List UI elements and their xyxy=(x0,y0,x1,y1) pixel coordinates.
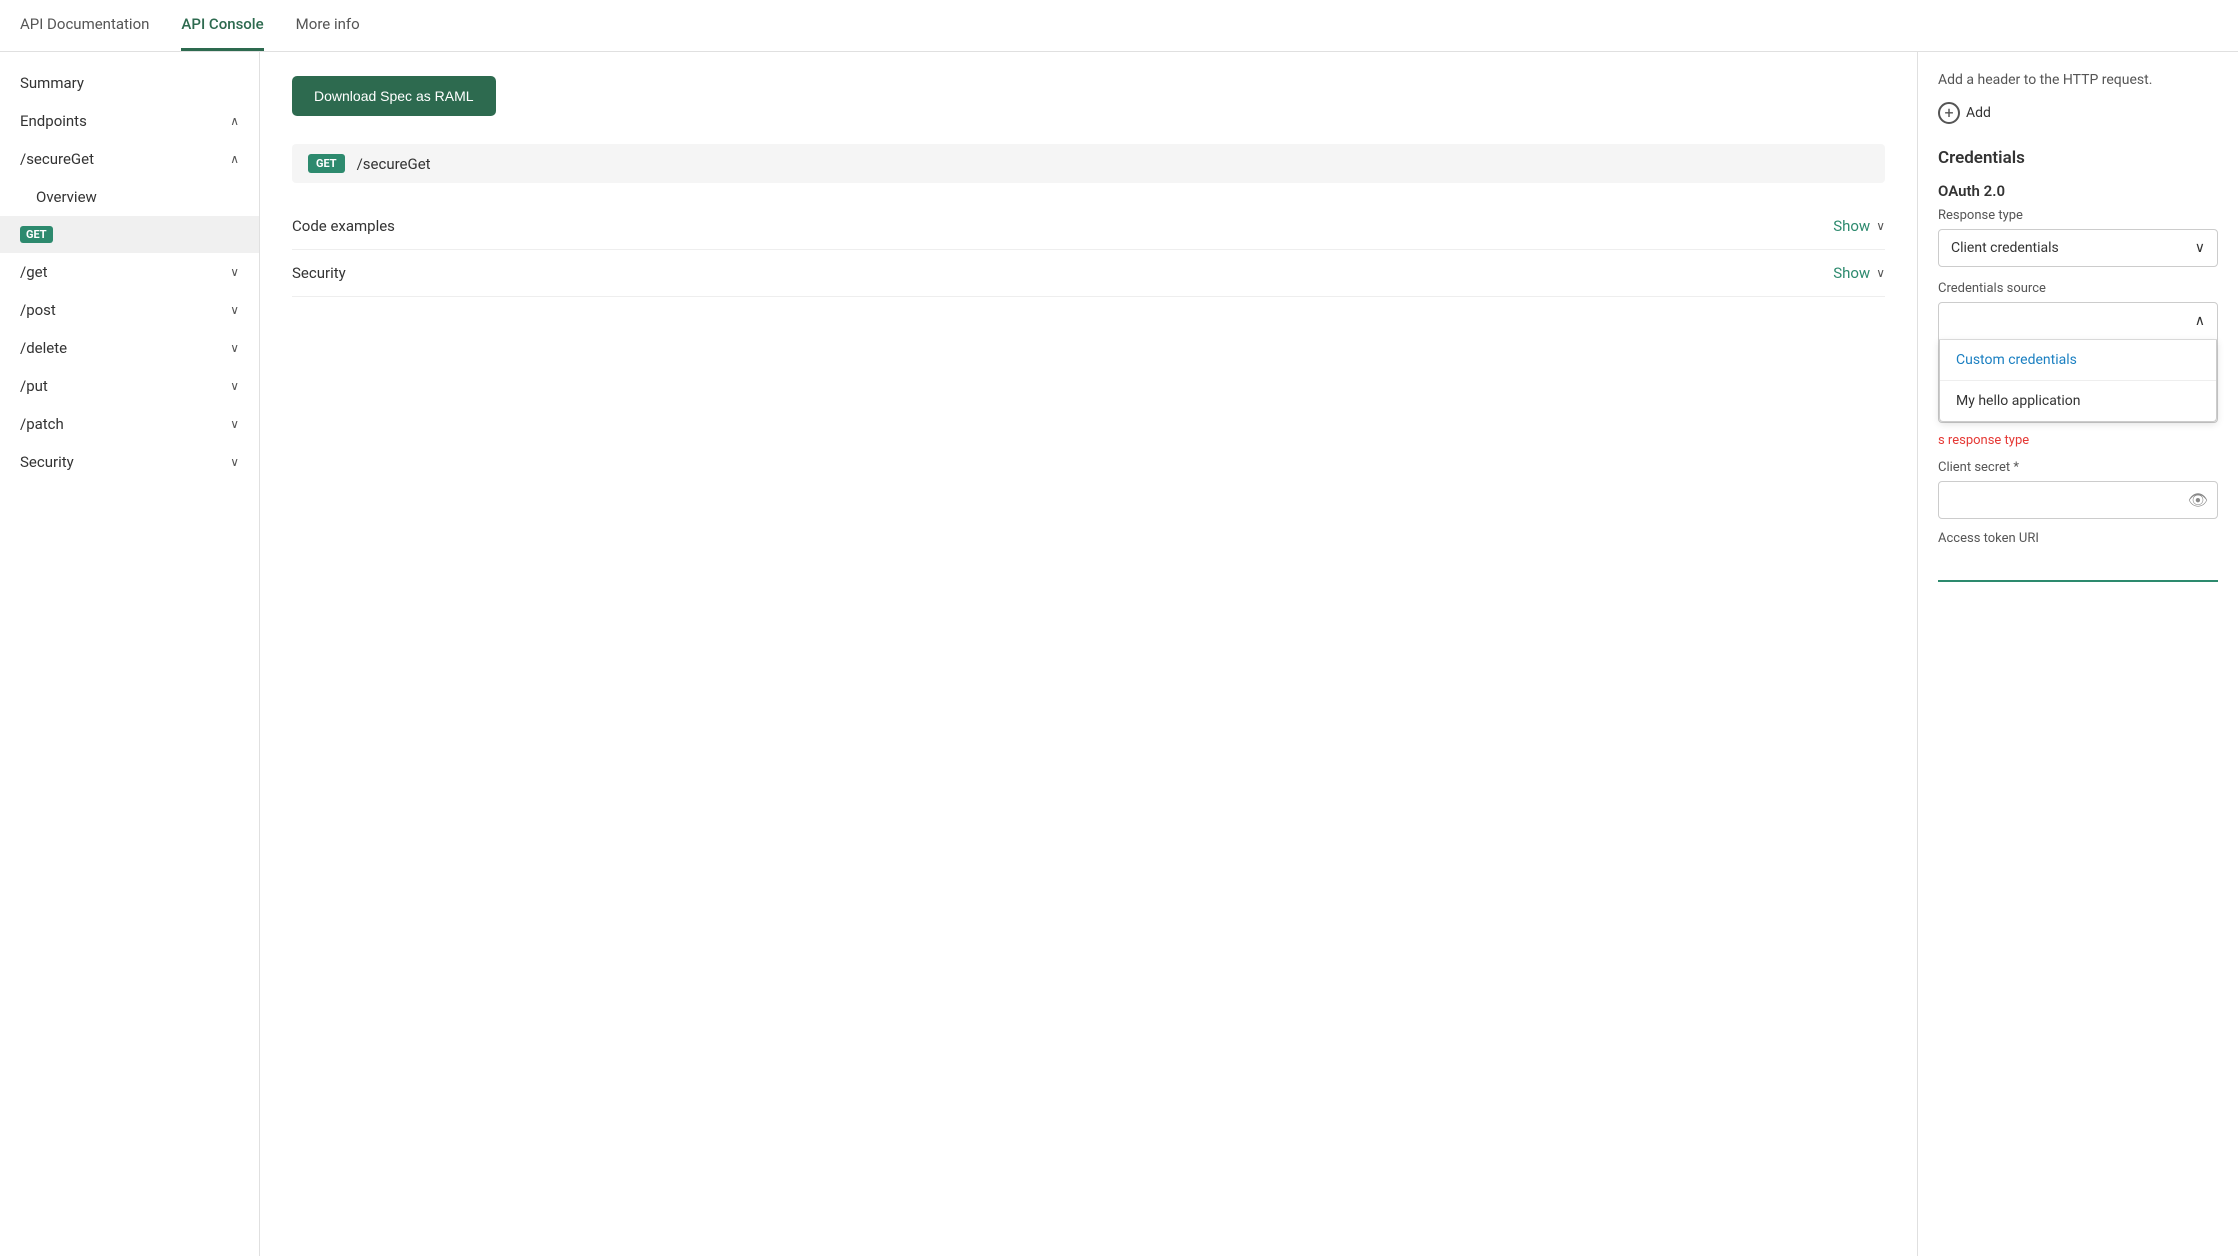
chevron-down-icon: ∨ xyxy=(230,341,239,355)
sidebar-item-patch[interactable]: /patch ∨ xyxy=(0,405,259,443)
option-custom-credentials[interactable]: Custom credentials xyxy=(1940,340,2216,380)
credentials-source-header[interactable]: ∧ xyxy=(1939,303,2217,340)
client-secret-label: Client secret * xyxy=(1938,460,2218,475)
security-show-button[interactable]: Show ∨ xyxy=(1833,264,1885,282)
top-nav: API Documentation API Console More info xyxy=(0,0,2238,52)
chevron-down-icon: ∨ xyxy=(1876,266,1885,280)
credentials-title: Credentials xyxy=(1938,148,2218,168)
tab-api-documentation[interactable]: API Documentation xyxy=(20,0,149,51)
sidebar-item-summary[interactable]: Summary xyxy=(0,64,259,102)
sidebar-item-get[interactable]: /get ∨ xyxy=(0,253,259,291)
chevron-down-icon: ∨ xyxy=(230,379,239,393)
endpoint-bar: GET /secureGet xyxy=(292,144,1885,183)
response-type-value: Client credentials xyxy=(1951,240,2059,256)
oauth-title: OAuth 2.0 xyxy=(1938,182,2218,200)
response-type-dropdown[interactable]: Client credentials ∨ xyxy=(1938,229,2218,267)
access-token-input[interactable] xyxy=(1938,552,2218,582)
add-circle-icon: + xyxy=(1938,102,1960,124)
sidebar-item-secure-get[interactable]: /secureGet ∧ xyxy=(0,140,259,178)
option-my-hello-application[interactable]: My hello application xyxy=(1940,380,2216,421)
sidebar-item-get-active[interactable]: GET xyxy=(0,216,259,253)
chevron-down-icon: ∨ xyxy=(230,303,239,317)
chevron-up-icon: ∧ xyxy=(230,114,239,128)
chevron-down-icon: ∨ xyxy=(230,265,239,279)
credentials-section: Credentials OAuth 2.0 Response type Clie… xyxy=(1938,148,2218,582)
code-examples-section: Code examples Show ∨ xyxy=(292,203,1885,250)
response-type-error: s response type xyxy=(1938,433,2218,448)
sidebar: Summary Endpoints ∧ /secureGet ∧ Overvie… xyxy=(0,52,260,1256)
main-container: Summary Endpoints ∧ /secureGet ∧ Overvie… xyxy=(0,52,2238,1256)
sidebar-item-delete[interactable]: /delete ∨ xyxy=(0,329,259,367)
add-header-text: Add a header to the HTTP request. xyxy=(1938,72,2218,88)
get-badge: GET xyxy=(20,226,53,243)
eye-icon[interactable]: 👁 xyxy=(2188,491,2208,510)
chevron-up-icon: ∧ xyxy=(230,152,239,166)
security-section: Security Show ∨ xyxy=(292,250,1885,297)
endpoint-method-badge: GET xyxy=(308,154,345,173)
credentials-source-dropdown[interactable]: ∧ Custom credentials My hello applicatio… xyxy=(1938,302,2218,423)
chevron-down-icon: ∨ xyxy=(1876,219,1885,233)
code-examples-label: Code examples xyxy=(292,217,395,235)
main-content: Download Spec as RAML GET /secureGet Cod… xyxy=(260,52,1918,1256)
sidebar-item-post[interactable]: /post ∨ xyxy=(0,291,259,329)
credentials-source-label: Credentials source xyxy=(1938,281,2218,296)
sidebar-item-put[interactable]: /put ∨ xyxy=(0,367,259,405)
client-secret-input[interactable] xyxy=(1938,481,2218,519)
response-type-label: Response type xyxy=(1938,208,2218,223)
chevron-down-icon: ∨ xyxy=(2195,240,2205,256)
download-spec-button[interactable]: Download Spec as RAML xyxy=(292,76,496,116)
tab-api-console[interactable]: API Console xyxy=(181,0,263,51)
right-panel: Add a header to the HTTP request. + Add … xyxy=(1918,52,2238,1256)
access-token-label: Access token URI xyxy=(1938,531,2218,546)
chevron-down-icon: ∨ xyxy=(230,455,239,469)
code-examples-show-button[interactable]: Show ∨ xyxy=(1833,217,1885,235)
sidebar-item-endpoints[interactable]: Endpoints ∧ xyxy=(0,102,259,140)
chevron-up-icon: ∧ xyxy=(2195,313,2205,329)
sidebar-item-security[interactable]: Security ∨ xyxy=(0,443,259,481)
tab-more-info[interactable]: More info xyxy=(296,0,360,51)
client-secret-field-container: 👁 xyxy=(1938,481,2218,519)
chevron-down-icon: ∨ xyxy=(230,417,239,431)
add-header-button[interactable]: + Add xyxy=(1938,102,2218,124)
access-token-field-container xyxy=(1938,552,2218,582)
sidebar-item-overview[interactable]: Overview xyxy=(0,178,259,216)
credentials-source-options: Custom credentials My hello application xyxy=(1939,340,2217,422)
endpoint-url: /secureGet xyxy=(357,155,431,173)
security-section-label: Security xyxy=(292,264,346,282)
